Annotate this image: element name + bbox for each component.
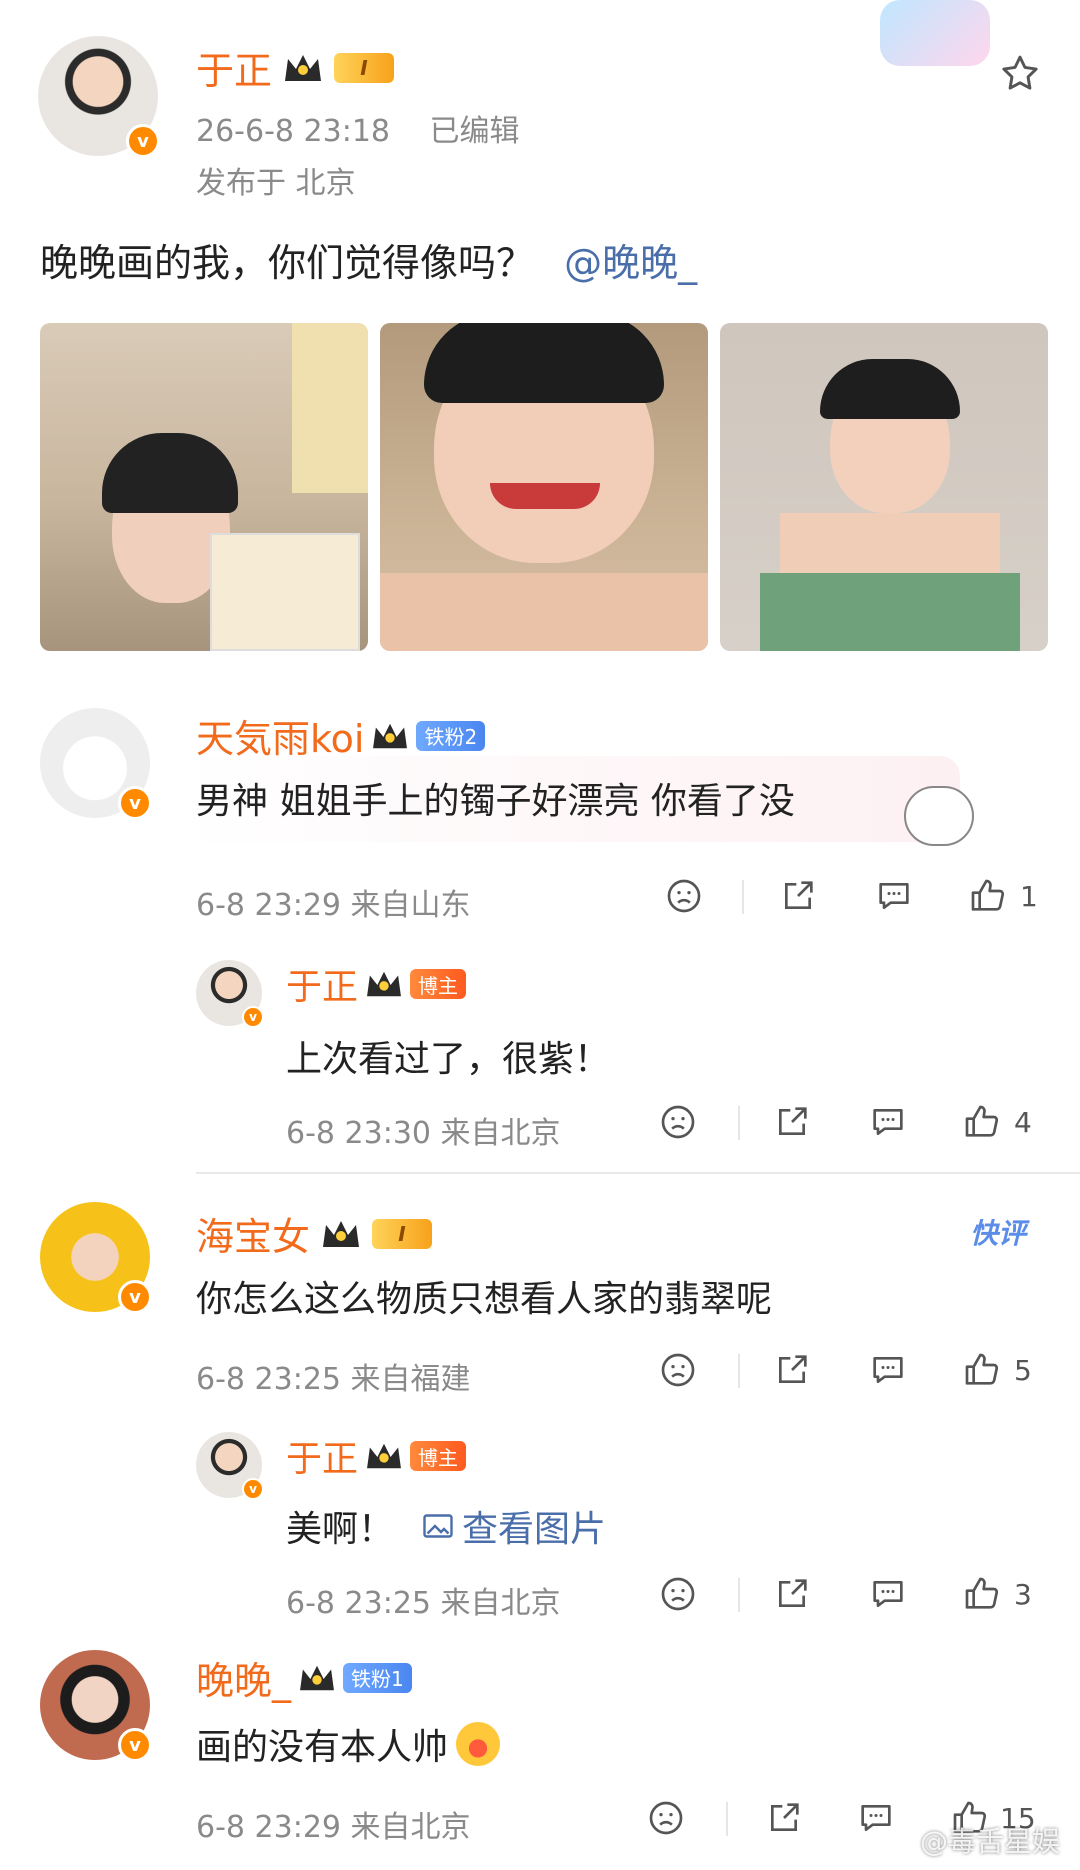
fan-badge: 铁粉2: [416, 720, 486, 751]
verified-icon: v: [118, 1280, 152, 1314]
sticker-icon: [904, 786, 974, 846]
dislike-icon[interactable]: [646, 1798, 686, 1838]
reply-meta: 6-8 23:25 来自北京: [286, 1586, 561, 1621]
reply-text: 上次看过了，很紫！: [286, 1039, 611, 1080]
author-avatar[interactable]: v: [38, 36, 160, 158]
post-timestamp: 26-6-8 23:18: [196, 114, 390, 149]
comment-meta: 6-8 23:25 来自福建: [196, 1362, 471, 1397]
comment-divider: [196, 1172, 1080, 1174]
blogger-badge: 博主: [410, 1441, 467, 1471]
verified-icon: v: [118, 786, 152, 820]
share-icon[interactable]: [764, 1798, 804, 1838]
image-icon: [423, 1514, 453, 1538]
like-icon: [965, 1353, 999, 1385]
reply-author-name[interactable]: 于正: [286, 958, 358, 1010]
verified-icon: v: [126, 124, 160, 158]
verified-icon: v: [242, 1006, 264, 1028]
reply-meta: 6-8 23:30 来自北京: [286, 1116, 561, 1151]
blogger-badge: 博主: [410, 969, 467, 999]
comment-icon[interactable]: [856, 1798, 896, 1838]
commenter-name[interactable]: 天気雨koi: [196, 708, 364, 763]
edited-label: 已编辑: [429, 114, 520, 149]
level-badge: I: [372, 1218, 433, 1249]
comment-icon[interactable]: [868, 1350, 908, 1390]
commenter-avatar[interactable]: v: [40, 1650, 152, 1762]
like-count: 3: [1014, 1577, 1032, 1611]
post-text: 晚晚画的我，你们觉得像吗？: [40, 241, 535, 285]
crown-icon: [297, 1662, 337, 1694]
like-icon: [965, 1577, 999, 1609]
reply-author-name[interactable]: 于正: [286, 1430, 358, 1482]
comment-icon[interactable]: [868, 1574, 908, 1614]
share-icon[interactable]: [772, 1102, 812, 1142]
star-icon[interactable]: [998, 52, 1042, 96]
view-image-link[interactable]: 查看图片: [420, 1500, 606, 1552]
reply-avatar[interactable]: v: [196, 960, 264, 1028]
like-icon: [965, 1105, 999, 1137]
mention-link[interactable]: @晚晚_: [564, 241, 697, 285]
post-location: 发布于 北京: [196, 166, 356, 201]
like-count: 4: [1014, 1105, 1032, 1139]
reply-text: 美啊！: [286, 1509, 395, 1550]
crown-icon: [364, 1440, 404, 1472]
reply-avatar[interactable]: v: [196, 1432, 264, 1500]
commenter-avatar[interactable]: v: [40, 1202, 152, 1314]
verified-icon: v: [118, 1728, 152, 1762]
dislike-icon[interactable]: [658, 1574, 698, 1614]
share-icon[interactable]: [772, 1350, 812, 1390]
quick-review-badge: 快评: [970, 1217, 1027, 1250]
like-count: 1: [1020, 879, 1038, 913]
watermark: @毒舌星娱: [920, 1825, 1061, 1858]
comment-icon[interactable]: [874, 876, 914, 916]
crown-icon: [364, 968, 404, 1000]
emoji-icon: [456, 1722, 501, 1766]
commenter-name[interactable]: 海宝女: [196, 1206, 310, 1261]
comment-meta: 6-8 23:29 来自山东: [196, 888, 471, 923]
fan-badge: 铁粉1: [343, 1662, 412, 1693]
like-button[interactable]: 5: [962, 1350, 1032, 1390]
dislike-icon[interactable]: [664, 876, 704, 916]
like-button[interactable]: 3: [962, 1574, 1032, 1614]
like-icon: [971, 879, 1005, 911]
post-photo-2[interactable]: [380, 323, 708, 651]
like-button[interactable]: 4: [962, 1102, 1032, 1142]
comment-text: 男神 姐姐手上的镯子好漂亮 你看了没: [196, 781, 795, 822]
post-photo-1[interactable]: [40, 323, 368, 651]
crown-icon: [282, 51, 324, 85]
like-count: 5: [1014, 1353, 1032, 1387]
level-badge: I: [334, 52, 395, 83]
commenter-name[interactable]: 晚晚_: [196, 1650, 291, 1705]
dislike-icon[interactable]: [658, 1350, 698, 1390]
comment-meta: 6-8 23:29 来自北京: [196, 1810, 471, 1845]
comment-text: 画的没有本人帅: [196, 1727, 449, 1768]
crown-icon: [370, 720, 410, 752]
author-name[interactable]: 于正: [196, 40, 272, 95]
commenter-avatar[interactable]: v: [40, 708, 152, 820]
comment-text: 你怎么这么物质只想看人家的翡翠呢: [196, 1279, 773, 1320]
crown-icon: [320, 1217, 362, 1251]
share-icon[interactable]: [778, 876, 818, 916]
dislike-icon[interactable]: [658, 1102, 698, 1142]
comment-icon[interactable]: [868, 1102, 908, 1142]
like-button[interactable]: 1: [968, 876, 1038, 916]
share-icon[interactable]: [772, 1574, 812, 1614]
sticker-icon: [880, 0, 990, 66]
verified-icon: v: [242, 1478, 264, 1500]
post-photo-3[interactable]: [720, 323, 1048, 651]
